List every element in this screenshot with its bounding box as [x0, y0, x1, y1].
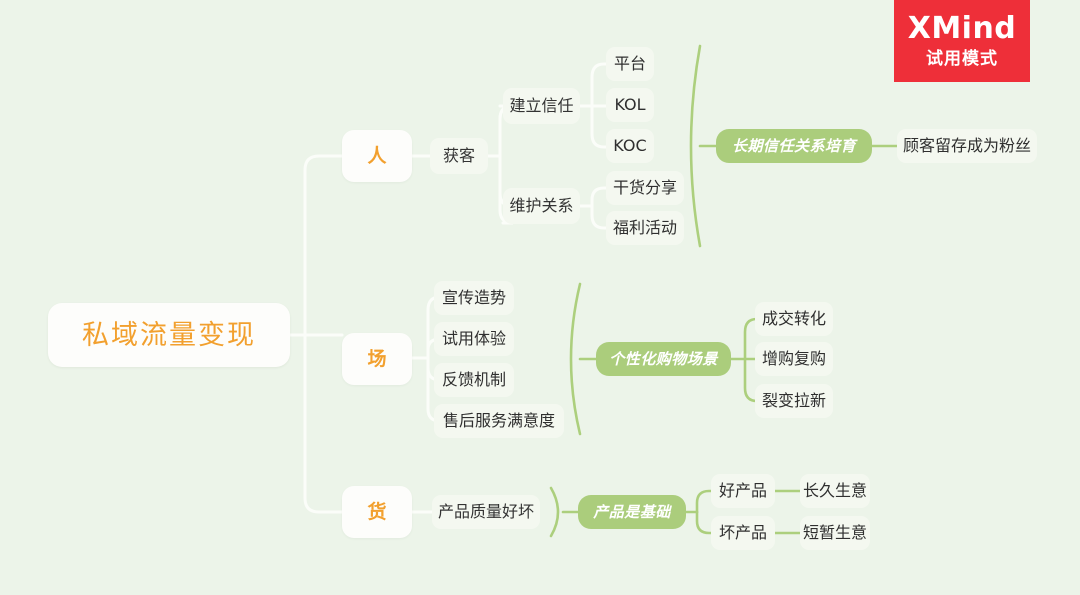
topic-long-term-business[interactable]: 长久生意: [800, 474, 870, 508]
xmind-logo-text: XMind: [907, 11, 1017, 46]
topic-bad-product-label: 坏产品: [718, 523, 767, 542]
mindmap-canvas[interactable]: 私域流量变现 人 获客 建立信任 平台 KOL KOC 维护关系 干货分享 福利…: [0, 0, 1080, 595]
summary-personalized-shopping[interactable]: 个性化购物场景: [596, 342, 731, 376]
topic-maintain-relationship[interactable]: 维护关系: [503, 188, 580, 224]
topic-short-term-business-label: 短暂生意: [802, 523, 867, 542]
summary-product-foundation-label: 产品是基础: [593, 502, 671, 521]
summary-long-term-trust[interactable]: 长期信任关系培育: [716, 129, 872, 163]
topic-customer-retention-fans-label: 顾客留存成为粉丝: [902, 136, 1031, 155]
summary-personalized-shopping-label: 个性化购物场景: [609, 349, 718, 368]
topic-feedback-mechanism[interactable]: 反馈机制: [434, 363, 514, 397]
topic-promotion-momentum-label: 宣传造势: [441, 288, 506, 307]
topic-maintain-relationship-label: 维护关系: [509, 196, 574, 215]
topic-knowledge-sharing-label: 干货分享: [612, 178, 677, 197]
topic-trial-experience-label: 试用体验: [441, 329, 506, 348]
topic-good-product[interactable]: 好产品: [711, 474, 775, 508]
summary-long-term-trust-label: 长期信任关系培育: [731, 136, 856, 155]
topic-short-term-business[interactable]: 短暂生意: [800, 516, 870, 550]
topic-promotion-momentum[interactable]: 宣传造势: [434, 281, 514, 315]
topic-acquire-customers[interactable]: 获客: [430, 138, 488, 174]
topic-after-sales-satisfaction[interactable]: 售后服务满意度: [434, 404, 564, 438]
topic-build-trust-label: 建立信任: [509, 96, 574, 115]
topic-koc[interactable]: KOC: [606, 129, 654, 163]
topic-knowledge-sharing[interactable]: 干货分享: [606, 171, 684, 205]
topic-feedback-mechanism-label: 反馈机制: [441, 370, 506, 389]
trial-mode-label: 试用模式: [926, 49, 998, 69]
central-topic-label: 私域流量变现: [82, 319, 256, 351]
topic-platform[interactable]: 平台: [606, 47, 654, 81]
branch-person-label: 人: [367, 144, 387, 167]
summary-product-foundation[interactable]: 产品是基础: [578, 495, 686, 529]
topic-repurchase-label: 增购复购: [761, 349, 826, 368]
branch-person[interactable]: 人: [342, 130, 412, 182]
topic-build-trust[interactable]: 建立信任: [503, 88, 580, 124]
topic-kol-label: KOL: [614, 95, 646, 114]
topic-conversion-label: 成交转化: [761, 309, 826, 328]
topic-platform-label: 平台: [613, 54, 646, 73]
topic-welfare-activity[interactable]: 福利活动: [606, 211, 684, 245]
central-topic[interactable]: 私域流量变现: [48, 303, 290, 367]
topic-customer-retention-fans[interactable]: 顾客留存成为粉丝: [897, 129, 1037, 163]
topic-bad-product[interactable]: 坏产品: [711, 516, 775, 550]
topic-koc-label: KOC: [613, 136, 647, 155]
topic-welfare-activity-label: 福利活动: [612, 218, 677, 237]
topic-repurchase[interactable]: 增购复购: [755, 342, 833, 376]
topic-acquire-customers-label: 获客: [442, 146, 475, 165]
topic-fission-acquisition-label: 裂变拉新: [761, 391, 826, 410]
topic-kol[interactable]: KOL: [606, 88, 654, 122]
branch-goods[interactable]: 货: [342, 486, 412, 538]
topic-fission-acquisition[interactable]: 裂变拉新: [755, 384, 833, 418]
topic-long-term-business-label: 长久生意: [802, 481, 867, 500]
branch-goods-label: 货: [367, 500, 387, 523]
topic-good-product-label: 好产品: [718, 481, 767, 500]
topic-product-quality[interactable]: 产品质量好坏: [432, 495, 540, 529]
branch-scene-label: 场: [367, 347, 387, 370]
branch-scene[interactable]: 场: [342, 333, 412, 385]
topic-after-sales-satisfaction-label: 售后服务满意度: [442, 411, 555, 430]
topic-product-quality-label: 产品质量好坏: [437, 502, 534, 521]
xmind-trial-badge: XMind 试用模式: [894, 0, 1030, 82]
topic-trial-experience[interactable]: 试用体验: [434, 322, 514, 356]
topic-conversion[interactable]: 成交转化: [755, 302, 833, 336]
